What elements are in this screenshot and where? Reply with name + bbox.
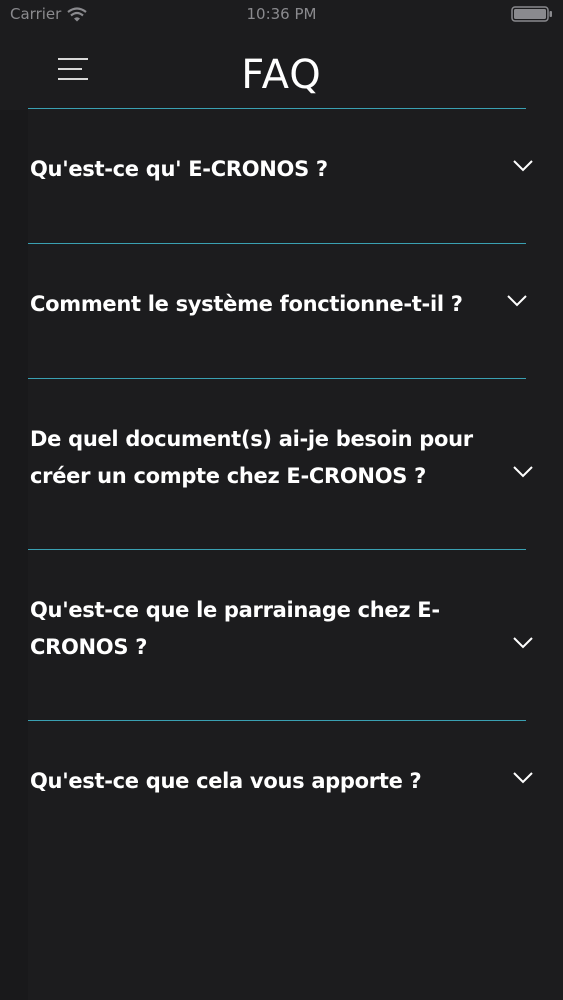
faq-question: Qu'est-ce que le parrainage chez E-CRONO… [30, 598, 440, 659]
faq-question: De quel document(s) ai-je besoin pour cr… [30, 427, 473, 488]
chevron-down-icon[interactable] [506, 294, 528, 308]
page-title: FAQ [241, 52, 322, 98]
faq-item-required-documents[interactable]: De quel document(s) ai-je besoin pour cr… [28, 379, 534, 549]
faq-question: Comment le système fonctionne-t-il ? [30, 292, 463, 316]
header: FAQ [0, 40, 563, 108]
faq-item-sponsorship[interactable]: Qu'est-ce que le parrainage chez E-CRONO… [28, 550, 534, 720]
faq-item-what-is-ecronos[interactable]: Qu'est-ce qu' E-CRONOS ? [28, 109, 534, 243]
status-time: 10:36 PM [246, 5, 317, 23]
chevron-down-icon[interactable] [512, 159, 534, 173]
faq-question: Qu'est-ce que cela vous apporte ? [30, 769, 422, 793]
chevron-down-icon[interactable] [512, 465, 534, 479]
faq-list: Qu'est-ce qu' E-CRONOS ? Comment le syst… [28, 108, 534, 855]
chevron-down-icon[interactable] [512, 771, 534, 785]
chevron-down-icon[interactable] [512, 636, 534, 650]
faq-question: Qu'est-ce qu' E-CRONOS ? [30, 157, 328, 181]
battery-icon [511, 6, 552, 22]
left-edge-shade [0, 110, 28, 1000]
faq-item-how-it-works[interactable]: Comment le système fonctionne-t-il ? [28, 244, 534, 378]
status-bar: Carrier 10:36 PM [0, 0, 563, 28]
faq-item-benefits[interactable]: Qu'est-ce que cela vous apporte ? [28, 721, 534, 855]
faq-screen: Carrier 10:36 PM FAQ Qu'est-ce qu' E-CRO… [0, 0, 563, 1000]
